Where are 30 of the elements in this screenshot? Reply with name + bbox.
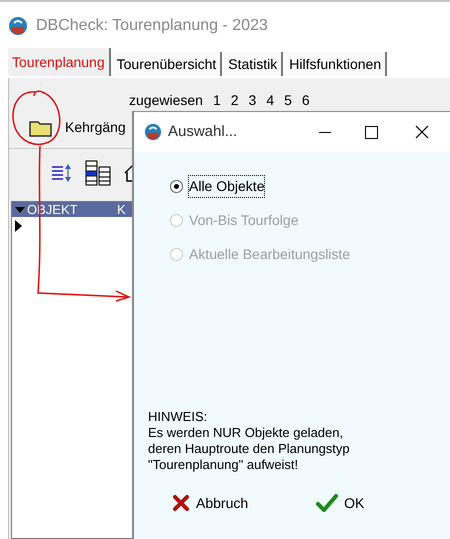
cancel-button[interactable]: Abbruch (168, 488, 252, 518)
tour-number[interactable]: 5 (284, 90, 292, 111)
app-logo-icon (144, 123, 162, 141)
checkmark-icon (316, 494, 338, 512)
close-icon (415, 125, 429, 139)
collapse-icon[interactable] (15, 206, 25, 212)
tour-number[interactable]: 2 (230, 90, 239, 111)
tour-number[interactable]: 6 (302, 90, 310, 111)
sort-icon[interactable] (51, 162, 73, 184)
row-pointer-icon (15, 220, 22, 232)
tab[interactable]: Statistik (224, 52, 284, 76)
column-header[interactable]: K (117, 203, 126, 216)
radio-label[interactable]: Alle Objekte (189, 176, 264, 196)
tour-number[interactable]: 3 (248, 90, 256, 111)
ok-button[interactable]: OK (312, 488, 368, 518)
tour-number[interactable]: 1 (212, 90, 221, 111)
radio-button[interactable] (170, 180, 183, 192)
tour-number[interactable]: 4 (266, 90, 274, 111)
tab[interactable]: Tourenübersicht (112, 52, 222, 76)
hint-text: HINWEIS: Es werden NUR Objekte geladen, deren Hauptroute den Planungstyp "Tourenplanung" aufweist! (147, 409, 351, 473)
tab[interactable]: Hilfsfunktionen (285, 52, 388, 76)
table-icon[interactable] (85, 160, 111, 186)
folder-label: Kehrgäng (65, 118, 126, 137)
assigned-label: zugewiesen (129, 91, 203, 110)
app-logo-icon (8, 16, 28, 36)
window-title: DBCheck: Tourenplanung - 2023 (36, 16, 268, 36)
cross-icon (172, 494, 190, 512)
dialog-title: Auswahl... (168, 122, 238, 142)
folder-icon[interactable] (29, 118, 53, 136)
tab[interactable]: Tourenplanung (8, 48, 111, 76)
